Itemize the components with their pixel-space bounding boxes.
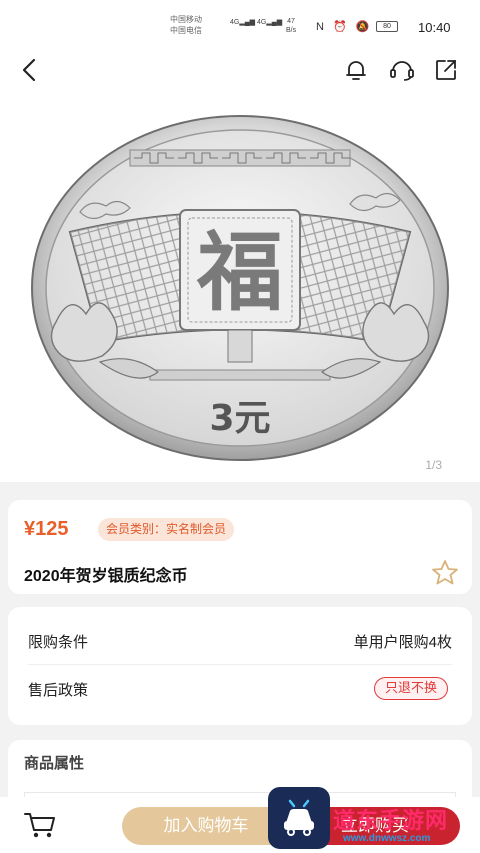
purchase-policy-card: 限购条件 单用户限购4枚 售后政策 只退不换 (8, 607, 472, 725)
add-to-cart-button[interactable]: 加入购物车 (122, 807, 290, 845)
status-bar: 中国移动 中国电信 4G▂▄▆ 4G▂▄▆ 47 B/s N ⏰ 🔕 80 10… (0, 0, 480, 48)
nfc-icon: N (316, 21, 327, 33)
after-sale-row: 售后政策 只退不换 (28, 665, 452, 713)
price: ¥125 (24, 518, 69, 540)
alarm-icon: ⏰ (333, 21, 350, 33)
coin-denomination: 3元 (209, 398, 270, 439)
purchase-limit-row: 限购条件 单用户限购4枚 (28, 617, 452, 665)
net-speed: 47 B/s (286, 17, 296, 35)
bell-icon (346, 61, 366, 80)
net-speed-unit: B/s (286, 27, 297, 34)
attributes-title: 商品属性 (24, 755, 85, 772)
product-title: 2020年贺岁银质纪念币 (24, 568, 188, 585)
watermark-text: 道东手游网 (333, 808, 449, 833)
product-gallery[interactable]: 福 3元 1/3 (0, 92, 480, 482)
top-nav (0, 48, 480, 92)
share-icon (436, 60, 456, 80)
purchase-limit-label: 限购条件 (28, 634, 89, 651)
mute-icon: 🔕 (355, 21, 373, 33)
carrier-info: 中国移动 中国电信 (170, 14, 202, 36)
chevron-left-icon (22, 58, 36, 82)
network-1: 4G (230, 19, 240, 26)
watermark-logo (268, 787, 330, 849)
cart-icon (24, 813, 55, 838)
after-sale-badge: 只退不换 (373, 677, 448, 700)
gallery-pager: 1/3 (425, 458, 442, 472)
network-indicator: 4G▂▄▆ 4G▂▄▆ (230, 19, 283, 26)
net-speed-value: 47 (287, 18, 295, 25)
favorite-button[interactable] (430, 558, 460, 593)
back-button[interactable] (14, 54, 46, 86)
status-icons: N ⏰ 🔕 (316, 20, 372, 33)
member-type-badge: 会员类别：实名制会员 (98, 518, 235, 541)
coin-image: 福 3元 (31, 115, 449, 461)
star-outline-icon (432, 560, 458, 585)
price-card: ¥125 会员类别：实名制会员 2020年贺岁银质纪念币 (8, 500, 472, 594)
headset-icon (390, 61, 414, 81)
notification-button[interactable] (340, 54, 372, 86)
network-2: 4G (257, 19, 267, 26)
carrier-2: 中国电信 (170, 26, 202, 35)
purchase-limit-value: 单用户限购4枚 (353, 634, 452, 651)
car-icon (284, 799, 314, 836)
customer-service-button[interactable] (386, 54, 418, 86)
coin-character: 福 (196, 222, 283, 323)
cart-button[interactable] (22, 809, 58, 841)
carrier-1: 中国移动 (170, 15, 202, 24)
share-button[interactable] (430, 54, 462, 86)
after-sale-label: 售后政策 (28, 682, 89, 699)
watermark-url: www.dnwwsz.com (343, 833, 431, 844)
clock: 10:40 (418, 20, 451, 35)
battery-icon: 80 (376, 21, 398, 32)
